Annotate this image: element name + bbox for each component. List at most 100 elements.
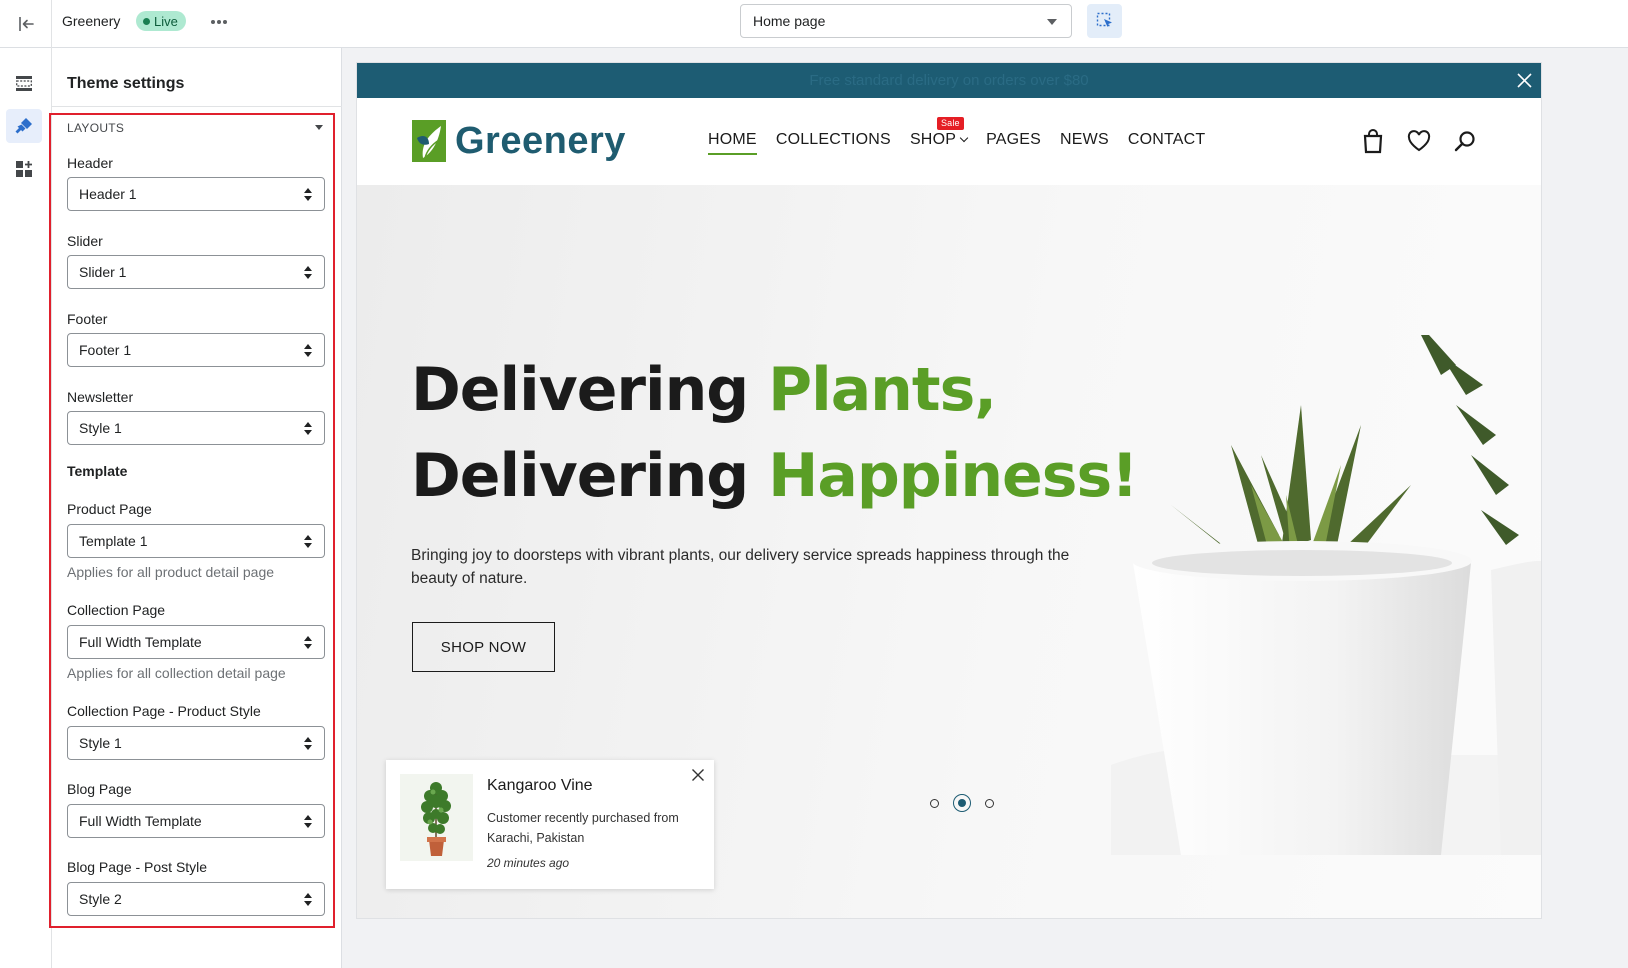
collection-page-select-value: Full Width Template: [79, 634, 202, 650]
live-dot-icon: [143, 17, 150, 25]
inspector-button[interactable]: [1087, 4, 1122, 38]
nav-shop[interactable]: SHOP Sale: [910, 117, 969, 149]
live-status-badge: Live: [136, 11, 186, 31]
select-arrows-icon: [304, 188, 312, 201]
footer-select[interactable]: Footer 1: [67, 333, 325, 367]
announcement-bar: Free standard delivery on orders over $8…: [357, 63, 1541, 98]
wishlist-button[interactable]: [1406, 127, 1432, 155]
newsletter-select-value: Style 1: [79, 420, 122, 436]
app-embeds-rail-button[interactable]: [6, 152, 42, 186]
footer-select-value: Footer 1: [79, 342, 132, 358]
product-thumbnail[interactable]: [400, 774, 473, 861]
blog-post-style-field-label: Blog Page - Post Style: [67, 859, 208, 875]
hero-description: Bringing joy to doorsteps with vibrant p…: [411, 547, 1070, 587]
popup-product-name[interactable]: Kangaroo Vine: [487, 777, 593, 795]
page-selector[interactable]: Home page: [740, 4, 1072, 38]
exit-editor-button[interactable]: [0, 0, 52, 48]
sale-badge: Sale: [936, 117, 964, 130]
sections-rail-button[interactable]: [6, 66, 42, 100]
collection-product-style-field-label: Collection Page - Product Style: [67, 703, 261, 719]
site-header: Greenery HOME COLLECTIONS SHOP Sale PAGE…: [357, 98, 1541, 185]
slider-dot-active[interactable]: [953, 794, 971, 812]
collection-page-select[interactable]: Full Width Template: [67, 625, 325, 659]
theme-settings-panel: Theme settings LAYOUTS Header Header 1 S…: [49, 48, 342, 968]
popup-timestamp: 20 minutes ago: [487, 856, 570, 870]
search-button[interactable]: [1452, 127, 1478, 155]
paintbrush-icon: [15, 118, 32, 134]
hero-headline-accent: Plants,: [768, 355, 997, 425]
select-arrows-icon: [304, 535, 312, 548]
newsletter-select[interactable]: Style 1: [67, 411, 325, 445]
site-logo[interactable]: Greenery: [411, 118, 626, 164]
template-group-heading: Template: [67, 463, 128, 479]
collection-page-field-label: Collection Page: [67, 602, 166, 618]
more-actions-button[interactable]: [206, 10, 232, 34]
product-page-field-label: Product Page: [67, 501, 152, 517]
plant-thumbnail-image: [421, 782, 451, 856]
blog-post-style-select-value: Style 2: [79, 891, 122, 907]
hero-headline-line-2: Delivering Happiness!: [411, 441, 1139, 511]
nav-contact[interactable]: CONTACT: [1128, 131, 1206, 149]
slider-dot[interactable]: [930, 798, 939, 808]
sections-icon: [16, 76, 32, 91]
theme-settings-rail-button[interactable]: [6, 109, 42, 143]
leaf-logo-icon: [412, 120, 446, 162]
slider-select-value: Slider 1: [79, 264, 127, 280]
product-page-select[interactable]: Template 1: [67, 524, 325, 558]
hero-slider: Delivering Plants, Delivering Happiness!…: [357, 185, 1541, 918]
close-icon[interactable]: [1516, 72, 1533, 89]
select-arrows-icon: [304, 893, 312, 906]
recent-purchase-popup: Kangaroo Vine Customer recently purchase…: [386, 760, 714, 889]
close-icon[interactable]: [691, 768, 705, 782]
main-navigation: HOME COLLECTIONS SHOP Sale PAGES NEWS CO…: [708, 117, 1224, 155]
slider-pagination: [930, 794, 994, 812]
inspect-cursor-icon: [1096, 12, 1112, 27]
nav-pages[interactable]: PAGES: [986, 131, 1041, 149]
more-horizontal-icon: [211, 20, 227, 24]
select-arrows-icon: [304, 266, 312, 279]
select-arrows-icon: [304, 422, 312, 435]
footer-field-label: Footer: [67, 311, 108, 327]
hero-headline-dark: Delivering: [411, 441, 769, 511]
collapse-caret-icon[interactable]: [315, 125, 323, 130]
newsletter-field-label: Newsletter: [67, 389, 134, 405]
storefront-preview: Free standard delivery on orders over $8…: [357, 63, 1541, 918]
select-arrows-icon: [304, 737, 312, 750]
announcement-text: Free standard delivery on orders over $8…: [809, 72, 1089, 89]
select-arrows-icon: [304, 344, 312, 357]
nav-collections[interactable]: COLLECTIONS: [776, 131, 891, 149]
product-page-select-value: Template 1: [79, 533, 148, 549]
slider-select[interactable]: Slider 1: [67, 255, 325, 289]
layouts-section-toggle[interactable]: LAYOUTS: [67, 121, 124, 135]
blog-page-field-label: Blog Page: [67, 781, 132, 797]
nav-news[interactable]: NEWS: [1060, 131, 1109, 149]
blog-page-select-value: Full Width Template: [79, 813, 202, 829]
shop-now-button[interactable]: SHOP NOW: [412, 622, 555, 672]
header-select-value: Header 1: [79, 186, 137, 202]
store-name: Greenery: [62, 13, 121, 29]
hero-headline-dark: Delivering: [411, 355, 769, 425]
search-icon: [1454, 131, 1475, 152]
hero-headline-accent: Happiness!: [768, 441, 1138, 511]
live-badge-label: Live: [154, 13, 178, 29]
cart-button[interactable]: [1360, 127, 1386, 155]
header-select[interactable]: Header 1: [67, 177, 325, 211]
product-page-help-text: Applies for all product detail page: [67, 564, 275, 580]
collection-product-style-select-value: Style 1: [79, 735, 122, 751]
chevron-down-icon: [959, 133, 969, 143]
slider-field-label: Slider: [67, 233, 103, 249]
heart-icon: [1407, 130, 1431, 152]
hero-headline-line-1: Delivering Plants,: [411, 355, 997, 425]
page-selector-value: Home page: [753, 13, 826, 29]
popup-purchase-text: Customer recently purchased from Karachi…: [487, 811, 679, 845]
slider-dot[interactable]: [985, 798, 994, 808]
collection-product-style-select[interactable]: Style 1: [67, 726, 325, 760]
select-arrows-icon: [304, 636, 312, 649]
header-field-label: Header: [67, 155, 113, 171]
blog-post-style-select[interactable]: Style 2: [67, 882, 325, 916]
blog-page-select[interactable]: Full Width Template: [67, 804, 325, 838]
shopping-bag-icon: [1363, 129, 1383, 154]
nav-home[interactable]: HOME: [708, 131, 757, 155]
header-actions: [1360, 127, 1478, 155]
panel-divider: [52, 106, 342, 107]
